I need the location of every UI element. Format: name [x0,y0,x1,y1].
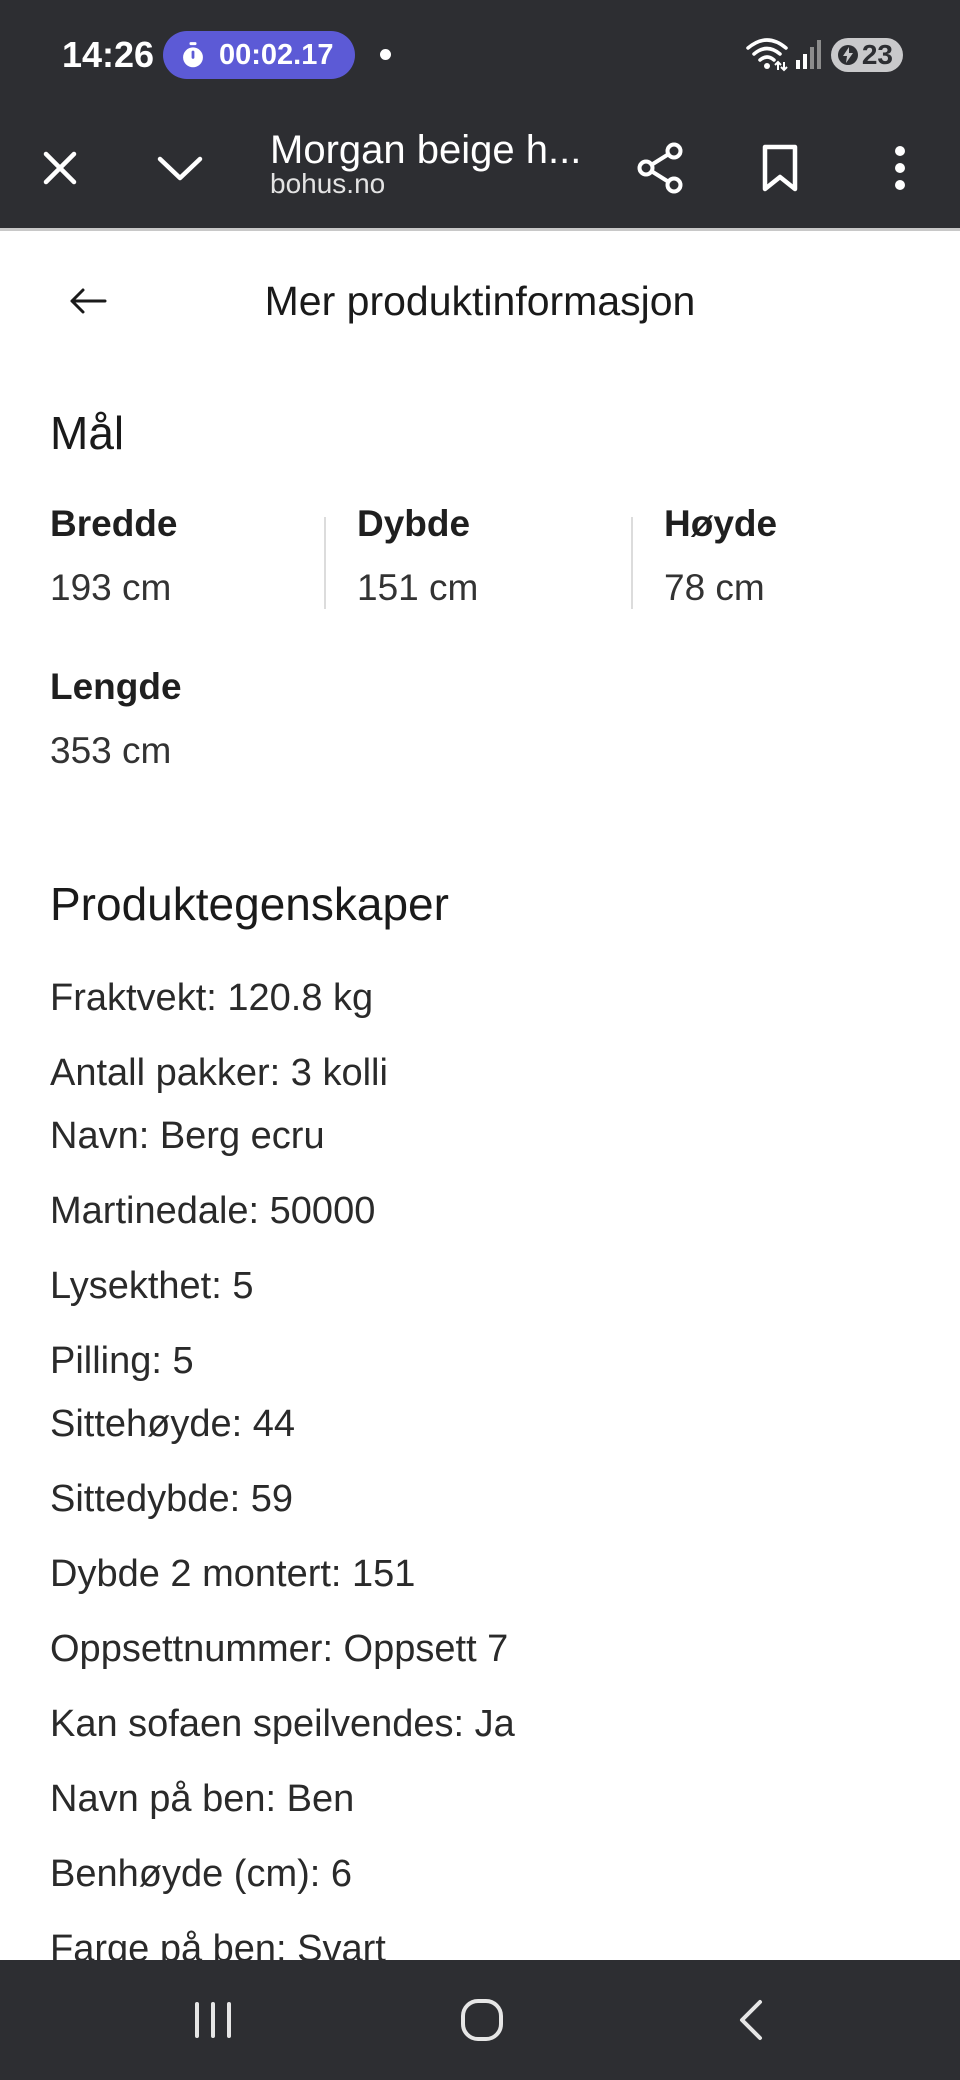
property-item: Antall pakker: 3 kolli [50,1052,388,1094]
status-time: 14:26 [62,34,155,75]
close-icon [43,151,77,185]
property-item: Navn på ben: Ben [50,1778,355,1820]
property-item: Sittedybde: 59 [50,1478,293,1520]
dimension-label: Lengde [50,666,182,707]
page-url[interactable]: bohus.no [270,168,385,200]
dimension-label: Høyde [664,503,778,544]
share-icon [637,142,683,194]
bookmark-icon [762,144,798,192]
properties-heading: Produktegenskaper [50,878,449,930]
more-options-button[interactable] [862,130,938,206]
share-button[interactable] [622,130,698,206]
close-button[interactable] [22,130,98,206]
home-icon [461,1999,503,2041]
back-button[interactable] [58,271,118,331]
dimension-value: 78 cm [664,567,765,608]
battery-level: 23 [861,39,893,70]
battery-indicator: 23 [831,38,903,72]
property-item: Fraktvekt: 120.8 kg [50,977,374,1019]
dimension-length: Lengde 353 cm [50,666,182,772]
dimension-value: 151 cm [357,567,479,608]
dimension-value: 193 cm [50,567,172,608]
stopwatch-icon [183,42,203,68]
property-item: Kan sofaen speilvendes: Ja [50,1703,515,1745]
dimension-value: 353 cm [50,730,172,771]
chevron-down-icon [157,156,203,181]
browser-toolbar: Morgan beige h... bohus.no [0,108,960,228]
charging-icon [838,45,858,65]
system-navigation-bar [0,1960,960,2080]
divider [324,517,326,609]
dimension-width: Bredde 193 cm [50,503,177,609]
more-vert-icon [895,146,905,190]
page-title: Mer produktinformasjon [264,278,696,324]
status-bar: 14:26 00:02.17 23 [0,0,960,108]
property-item: Lysekthet: 5 [50,1265,254,1307]
signal-icon [796,40,821,69]
dimension-depth: Dybde 151 cm [357,503,478,609]
home-button[interactable] [442,1980,522,2060]
property-item: Sittehøyde: 44 [50,1403,296,1445]
dimension-height: Høyde 78 cm [664,503,777,609]
property-item: Oppsettnummer: Oppsett 7 [50,1628,509,1670]
notification-dot [380,49,391,60]
property-item: Martinedale: 50000 [50,1190,376,1232]
dimensions-heading: Mål [50,407,125,459]
arrow-left-icon [70,288,107,314]
back-icon [740,2000,762,2040]
recent-apps-button[interactable] [173,1980,253,2060]
recent-apps-icon [195,2002,231,2038]
minimize-button[interactable] [142,130,218,206]
dimension-label: Dybde [357,503,471,544]
property-item: Farge på ben: Svart [50,1928,386,1960]
wifi-icon [746,38,788,72]
timer-text: 00:02.17 [219,38,334,71]
page-content[interactable]: Mer produktinformasjon Mål Bredde 193 cm… [0,231,960,1960]
property-item: Navn: Berg ecru [50,1115,325,1157]
page-tab-title[interactable]: Morgan beige h... [270,128,581,173]
bookmark-button[interactable] [742,130,818,206]
property-item: Dybde 2 montert: 151 [50,1553,416,1595]
property-item: Pilling: 5 [50,1340,194,1382]
back-nav-button[interactable] [711,1980,791,2060]
divider [631,517,633,609]
property-item: Benhøyde (cm): 6 [50,1853,352,1895]
timer-chip[interactable]: 00:02.17 [163,31,355,79]
dimension-label: Bredde [50,503,178,544]
